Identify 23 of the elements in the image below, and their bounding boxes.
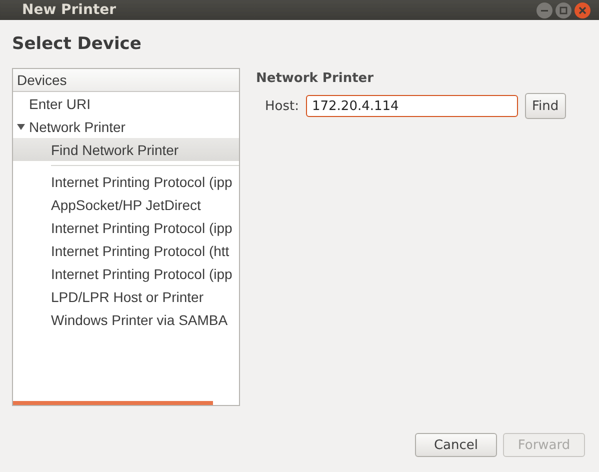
close-icon[interactable] — [574, 2, 591, 18]
maximize-icon[interactable] — [555, 2, 572, 18]
tree-item[interactable]: AppSocket/HP JetDirect — [13, 193, 239, 216]
host-field[interactable]: 172.20.4.114 — [306, 95, 518, 117]
tree-item[interactable]: LPD/LPR Host or Printer — [13, 285, 239, 308]
tree-item[interactable]: Internet Printing Protocol (ipp — [13, 216, 239, 239]
tree-item[interactable]: Enter URI — [13, 92, 239, 115]
tree-item[interactable]: Internet Printing Protocol (ipp — [13, 170, 239, 193]
expander-icon[interactable] — [17, 122, 25, 130]
scrollbar[interactable] — [13, 401, 213, 405]
dialog-button[interactable]: Cancel — [415, 433, 497, 457]
page-heading: Select Device — [12, 34, 142, 56]
tree-item[interactable]: Find Network Printer — [13, 138, 239, 161]
window-title: New Printer — [22, 2, 118, 18]
tree-item[interactable]: Network Printer — [13, 115, 239, 138]
tree-item[interactable]: Internet Printing Protocol (ipp — [13, 262, 239, 285]
find-button[interactable]: Find — [524, 93, 566, 119]
host-label: Host: — [265, 98, 299, 114]
tree-item[interactable]: Internet Printing Protocol (htt — [13, 239, 239, 262]
tree-item[interactable]: Windows Printer via SAMBA — [13, 308, 239, 331]
minimize-icon[interactable] — [536, 2, 553, 18]
section-title: Network Printer — [256, 71, 375, 86]
column-header: Devices — [13, 69, 239, 92]
